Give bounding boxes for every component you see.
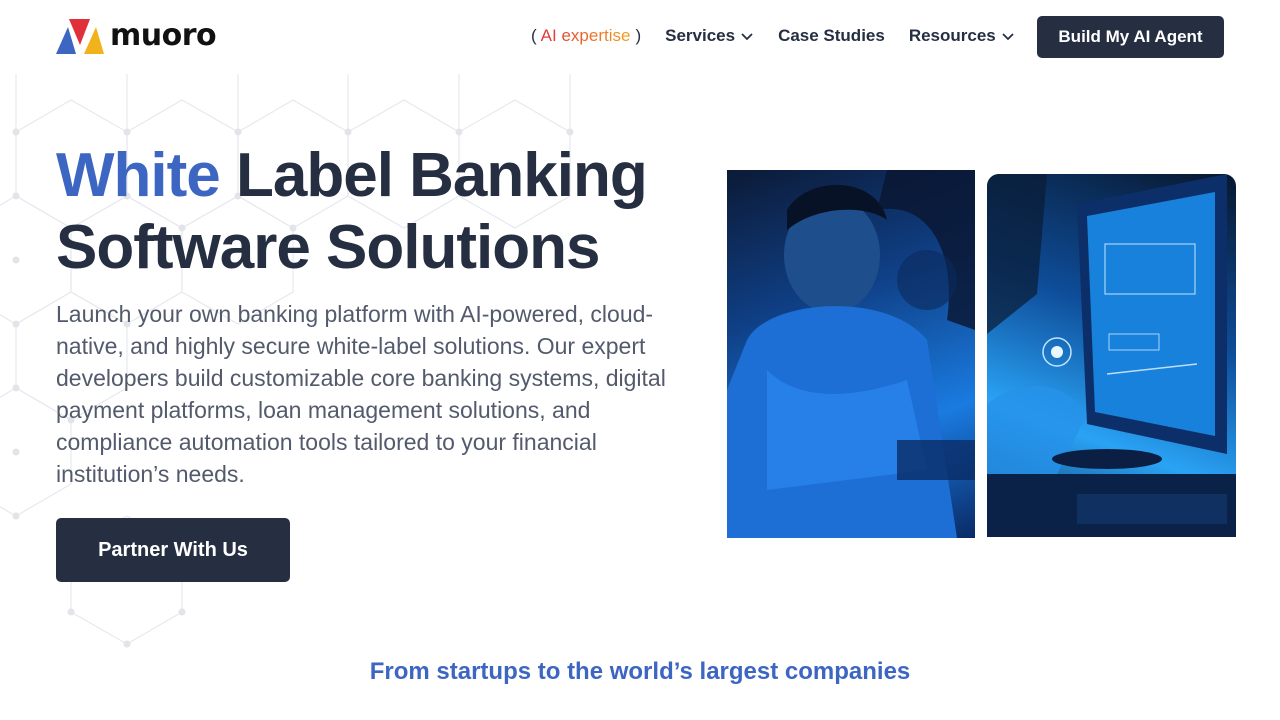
nav-case-studies-label: Case Studies [778, 26, 885, 45]
computer-screen-photo [987, 174, 1236, 537]
site-header: muoro ( AI expertise ) Services Case Stu… [0, 0, 1280, 74]
nav-item-case-studies[interactable]: Case Studies [778, 26, 885, 46]
nav-item-services[interactable]: Services [665, 26, 754, 46]
nav-services-label: Services [665, 26, 736, 45]
paren-close: ) [635, 26, 642, 45]
logo-mark-icon [56, 19, 104, 54]
brand-name: muoro [110, 18, 217, 53]
ai-expertise-label: AI expertise [540, 26, 631, 45]
paren-open: ( [531, 26, 537, 45]
trust-heading: From startups to the world’s largest com… [369, 658, 911, 685]
nav-ai-expertise[interactable]: ( AI expertise ) [531, 26, 641, 46]
partner-with-us-button[interactable]: Partner With Us [56, 518, 290, 582]
brand-logo[interactable]: muoro [56, 17, 217, 55]
hero-title-accent: White [56, 141, 221, 210]
chevron-down-icon [741, 33, 753, 41]
hero-title: White Label Banking Software Solutions [56, 140, 696, 284]
developer-illustration [727, 170, 975, 538]
hero-description: Launch your own banking platform with AI… [56, 301, 666, 487]
developer-photo [727, 170, 975, 538]
nav-item-resources[interactable]: Resources [909, 26, 1015, 46]
build-ai-agent-button[interactable]: Build My AI Agent [1037, 16, 1224, 58]
chevron-down-icon [1002, 33, 1014, 41]
computer-screen-illustration [987, 174, 1236, 537]
nav-resources-label: Resources [908, 26, 996, 45]
main-nav: ( AI expertise ) Services Case Studies R… [531, 26, 1039, 46]
